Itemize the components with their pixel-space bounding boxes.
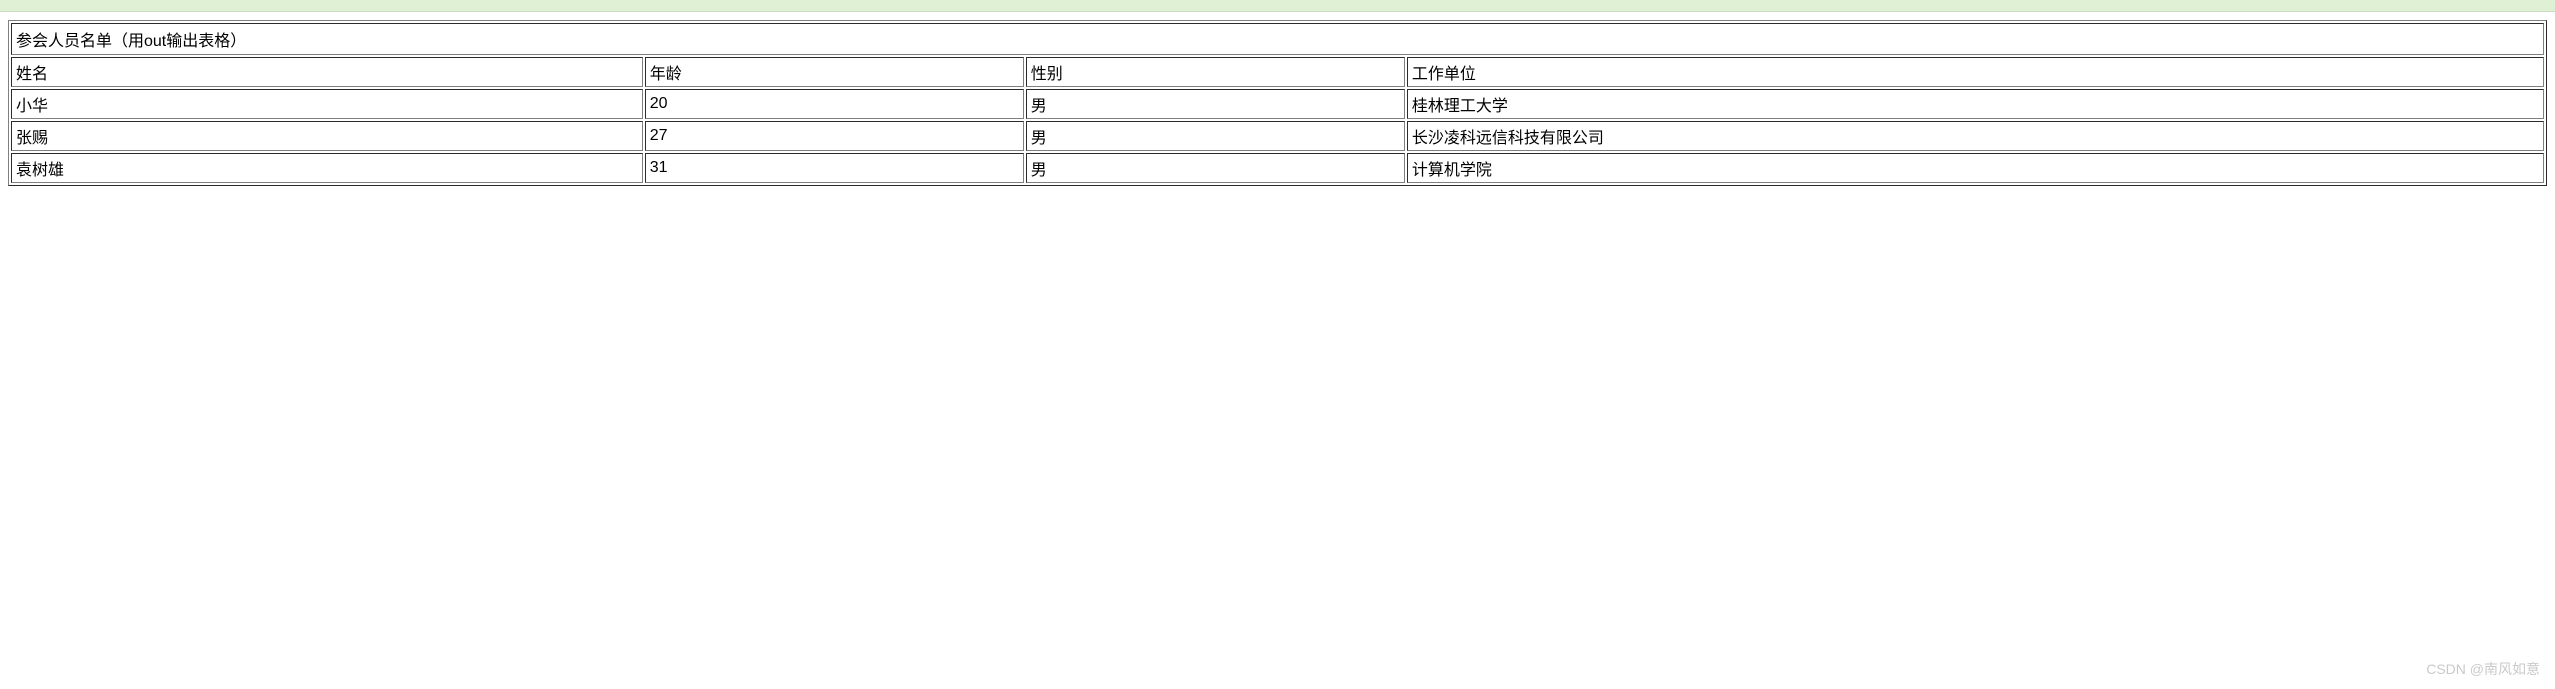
cell-gender: 男: [1026, 89, 1405, 119]
cell-org: 长沙凌科远信科技有限公司: [1407, 121, 2544, 151]
cell-gender: 男: [1026, 153, 1405, 183]
header-gender: 性别: [1026, 57, 1405, 87]
table-header-row: 姓名 年龄 性别 工作单位: [11, 57, 2544, 87]
cell-org: 计算机学院: [1407, 153, 2544, 183]
table-caption-row: 参会人员名单（用out输出表格）: [11, 23, 2544, 55]
cell-name: 袁树雄: [11, 153, 643, 183]
table-row: 张赐 27 男 长沙凌科远信科技有限公司: [11, 121, 2544, 151]
cell-org: 桂林理工大学: [1407, 89, 2544, 119]
cell-name: 张赐: [11, 121, 643, 151]
cell-age: 31: [645, 153, 1024, 183]
table-row: 小华 20 男 桂林理工大学: [11, 89, 2544, 119]
cell-age: 27: [645, 121, 1024, 151]
attendee-table: 参会人员名单（用out输出表格） 姓名 年龄 性别 工作单位 小华 20 男 桂…: [8, 20, 2547, 186]
page-content: 参会人员名单（用out输出表格） 姓名 年龄 性别 工作单位 小华 20 男 桂…: [0, 12, 2555, 194]
table-caption: 参会人员名单（用out输出表格）: [11, 23, 2544, 55]
table-row: 袁树雄 31 男 计算机学院: [11, 153, 2544, 183]
watermark: CSDN @南风如意: [2426, 659, 2540, 679]
cell-age: 20: [645, 89, 1024, 119]
header-age: 年龄: [645, 57, 1024, 87]
browser-top-border: [0, 0, 2555, 12]
header-org: 工作单位: [1407, 57, 2544, 87]
cell-gender: 男: [1026, 121, 1405, 151]
header-name: 姓名: [11, 57, 643, 87]
cell-name: 小华: [11, 89, 643, 119]
